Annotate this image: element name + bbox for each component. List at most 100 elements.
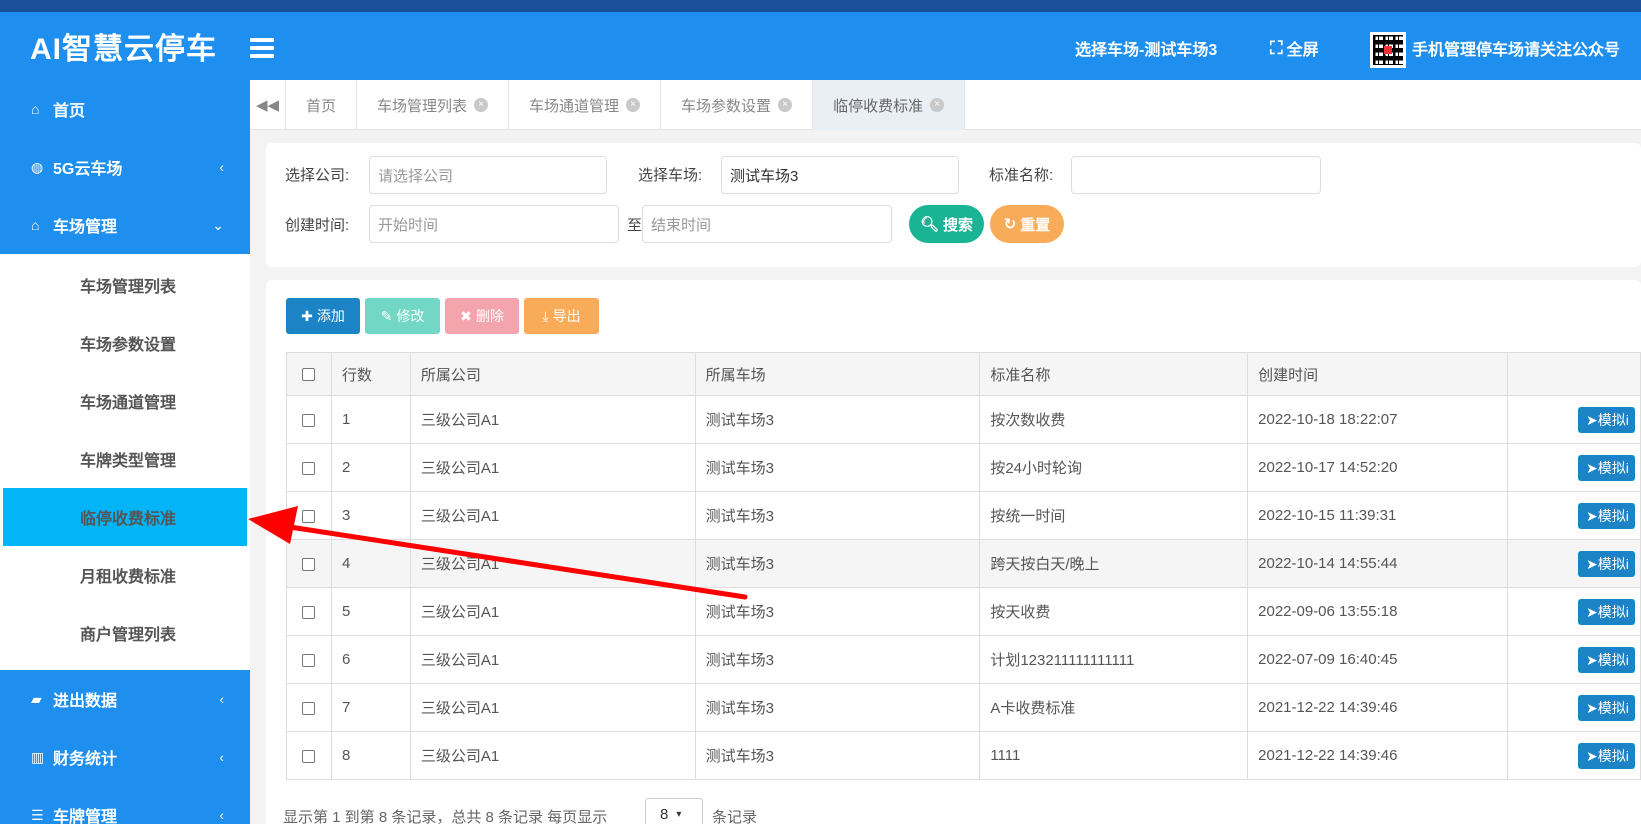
cell-company: 三级公司A1 [409, 731, 696, 780]
sidebar-item-monthly-fee[interactable]: 月租收费标准 [0, 546, 250, 604]
col-company[interactable]: 所属公司 [409, 352, 696, 396]
export-button[interactable]: ⤓ 导出 [524, 298, 599, 334]
table-row[interactable]: 7 三级公司A1 测试车场3 A卡收费标准 2021-12-22 14:39:46 ➤模拟… [286, 683, 1641, 732]
col-park[interactable]: 所属车场 [694, 352, 981, 396]
nav-plate-management[interactable]: ☰ 车牌管理 ‹ [0, 786, 250, 824]
search-button-label: 搜索 [943, 216, 974, 234]
select-park-link[interactable]: 选择车场-测试车场3 [1075, 36, 1217, 60]
row-checkbox-cell [286, 539, 332, 588]
add-button[interactable]: ✚ 添加 [286, 298, 360, 334]
col-created-time[interactable]: 创建时间 [1247, 352, 1508, 396]
nav-park-management[interactable]: ⌂ 车场管理 ⌄ [0, 196, 250, 254]
refresh-icon: ↻ [1003, 216, 1017, 233]
row-checkbox[interactable] [302, 605, 316, 619]
edit-button[interactable]: ✎ 修改 [365, 298, 440, 334]
company-select[interactable]: 请选择公司 [369, 156, 607, 194]
row-checkbox[interactable] [302, 509, 316, 523]
nav-home[interactable]: ⌂ 首页 [0, 80, 250, 138]
delete-button[interactable]: ✖ 删除 [445, 298, 519, 334]
app-logo[interactable]: AI智慧云停车 [30, 24, 217, 68]
row-checkbox[interactable] [302, 701, 316, 715]
export-label: 导出 [552, 308, 581, 324]
simulate-button[interactable]: ➤模拟i [1577, 454, 1635, 481]
send-icon: ➤ [1585, 459, 1598, 476]
qr-code-icon[interactable] [1370, 32, 1406, 68]
row-checkbox-cell [286, 587, 332, 636]
search-button[interactable]: 🔍︎ 搜索 [909, 205, 984, 243]
row-checkbox[interactable] [302, 557, 316, 571]
tab-home[interactable]: 首页 [286, 80, 358, 130]
chevron-left-icon: ‹ [219, 749, 224, 765]
simulate-button[interactable]: ➤模拟i [1577, 694, 1635, 721]
cell-created-time: 2022-10-14 14:55:44 [1247, 539, 1508, 588]
menu-toggle-icon[interactable] [250, 38, 274, 58]
cell-standard-name: 计划123211111111111 [979, 635, 1249, 684]
simulate-button[interactable]: ➤模拟i [1577, 550, 1635, 577]
row-checkbox[interactable] [302, 461, 316, 475]
standard-name-input[interactable] [1071, 156, 1321, 194]
sidebar-item-park-params[interactable]: 车场参数设置 [0, 314, 250, 372]
cell-park: 测试车场3 [694, 635, 981, 684]
table-row[interactable]: 8 三级公司A1 测试车场3 1111 2021-12-22 14:39:46 ➤模拟i [286, 731, 1641, 780]
table-row[interactable]: 1 三级公司A1 测试车场3 按次数收费 2022-10-18 18:22:07 ➤模拟i [286, 395, 1641, 444]
close-icon[interactable]: × [930, 98, 945, 112]
table-row[interactable]: 4 三级公司A1 测试车场3 跨天按白天/晚上 2022-10-14 14:55:44 ➤… [286, 539, 1641, 588]
tab-park-list[interactable]: 车场管理列表 × [357, 80, 510, 130]
cell-created-time: 2022-10-18 18:22:07 [1247, 395, 1508, 444]
col-actions [1506, 352, 1641, 396]
fullscreen-button[interactable]: ⛶ 全屏 [1270, 36, 1319, 60]
simulate-button[interactable]: ➤模拟i [1577, 646, 1635, 673]
simulate-button[interactable]: ➤模拟i [1577, 502, 1635, 529]
row-checkbox-cell [286, 731, 332, 780]
nav-home-label: 首页 [53, 103, 86, 120]
simulate-button[interactable]: ➤模拟i [1577, 406, 1635, 433]
cell-company: 三级公司A1 [409, 491, 696, 540]
col-standard-name[interactable]: 标准名称 [979, 352, 1249, 396]
nav-5g-cloud-park[interactable]: ◍ 5G云车场 ‹ [0, 138, 250, 196]
row-checkbox[interactable] [302, 653, 316, 667]
table-row[interactable]: 3 三级公司A1 测试车场3 按统一时间 2022-10-15 11:39:31 ➤模拟i [286, 491, 1641, 540]
created-time-label: 创建时间: [285, 217, 350, 234]
table-row[interactable]: 6 三级公司A1 测试车场3 计划123211111111111 2022-07-09 … [286, 635, 1641, 684]
pagination-suffix: 条记录 [712, 809, 758, 824]
tab-scroll-left-icon[interactable]: ◀◀ [250, 80, 286, 130]
search-panel: 选择公司: 请选择公司 选择车场: 测试车场3 标准名称: 创建时间: 开始时间… [266, 143, 1641, 267]
close-icon[interactable]: × [474, 98, 489, 112]
sidebar-item-park-list[interactable]: 车场管理列表 [0, 256, 250, 314]
cell-standard-name: A卡收费标准 [979, 683, 1249, 732]
start-time-input[interactable]: 开始时间 [369, 205, 619, 243]
cell-company: 三级公司A1 [409, 395, 696, 444]
page-size-select[interactable]: 8 ▾ [645, 798, 703, 824]
sidebar-item-plate-types[interactable]: 车牌类型管理 [0, 430, 250, 488]
nav-finance[interactable]: ▥ 财务统计 ‹ [0, 728, 250, 786]
select-all-checkbox[interactable] [302, 368, 316, 382]
tab-temp-fee[interactable]: 临停收费标准 × [813, 80, 966, 130]
reset-button[interactable]: ↻ 重置 [990, 205, 1064, 243]
nav-in-out-data[interactable]: ▰ 进出数据 ‹ [0, 670, 250, 728]
send-icon: ➤ [1585, 555, 1598, 572]
wechat-notice[interactable]: 手机管理停车场请关注公众号 [1412, 36, 1620, 60]
park-select[interactable]: 测试车场3 [721, 156, 959, 194]
tab-park-params[interactable]: 车场参数设置 × [661, 80, 814, 130]
simulate-label: 模拟i [1597, 699, 1629, 716]
simulate-button[interactable]: ➤模拟i [1577, 598, 1635, 625]
tab-label: 车场管理列表 [377, 97, 468, 115]
table-row[interactable]: 5 三级公司A1 测试车场3 按天收费 2022-09-06 13:55:18 ➤模拟i [286, 587, 1641, 636]
sidebar-item-park-channels[interactable]: 车场通道管理 [0, 372, 250, 430]
end-time-input[interactable]: 结束时间 [642, 205, 892, 243]
simulate-label: 模拟i [1597, 507, 1629, 524]
tab-park-channels[interactable]: 车场通道管理 × [509, 80, 662, 130]
sidebar-item-merchants[interactable]: 商户管理列表 [0, 604, 250, 662]
close-icon[interactable]: × [626, 98, 641, 112]
cell-row-no: 1 [330, 395, 411, 444]
select-all-cell [286, 352, 332, 396]
col-row-no[interactable]: 行数 [330, 352, 411, 396]
table-row[interactable]: 2 三级公司A1 测试车场3 按24小时轮询 2022-10-17 14:52:20 ➤模… [286, 443, 1641, 492]
row-checkbox[interactable] [302, 413, 316, 427]
cell-row-no: 4 [330, 539, 411, 588]
close-icon[interactable]: × [778, 98, 793, 112]
simulate-button[interactable]: ➤模拟i [1577, 742, 1635, 769]
sidebar-item-temp-fee[interactable]: 临停收费标准 [3, 488, 247, 546]
park-submenu: 车场管理列表 车场参数设置 车场通道管理 车牌类型管理 临停收费标准 月租收费标… [0, 254, 250, 670]
row-checkbox[interactable] [302, 749, 316, 763]
